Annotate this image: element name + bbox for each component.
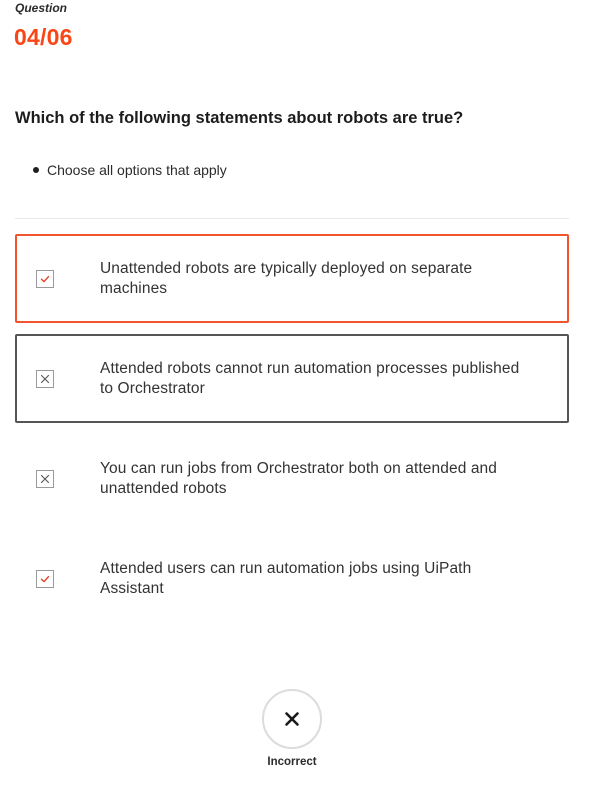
option-text: Attended robots cannot run automation pr… bbox=[100, 360, 520, 397]
option-text: Unattended robots are typically deployed… bbox=[100, 260, 473, 297]
instruction-item: Choose all options that apply bbox=[33, 160, 227, 180]
option-4[interactable]: Attended users can run automation jobs u… bbox=[15, 534, 569, 623]
cross-icon bbox=[36, 470, 54, 488]
option-text: Attended users can run automation jobs u… bbox=[100, 560, 472, 597]
cross-icon bbox=[36, 370, 54, 388]
question-label: Question bbox=[15, 1, 68, 15]
checkmark-icon bbox=[36, 570, 54, 588]
close-icon bbox=[285, 712, 299, 726]
question-number: 04/06 bbox=[14, 24, 73, 50]
bullet-icon bbox=[33, 167, 39, 173]
result-badge bbox=[262, 689, 322, 749]
instructions-list: Choose all options that apply bbox=[33, 160, 227, 180]
option-1[interactable]: Unattended robots are typically deployed… bbox=[15, 234, 569, 323]
option-2[interactable]: Attended robots cannot run automation pr… bbox=[15, 334, 569, 423]
option-text: You can run jobs from Orchestrator both … bbox=[100, 460, 497, 497]
question-text: Which of the following statements about … bbox=[15, 109, 464, 127]
checkmark-icon bbox=[36, 270, 54, 288]
instruction-text: Choose all options that apply bbox=[47, 162, 227, 178]
divider bbox=[15, 218, 569, 219]
result-label: Incorrect bbox=[267, 756, 317, 768]
option-3[interactable]: You can run jobs from Orchestrator both … bbox=[15, 434, 569, 523]
